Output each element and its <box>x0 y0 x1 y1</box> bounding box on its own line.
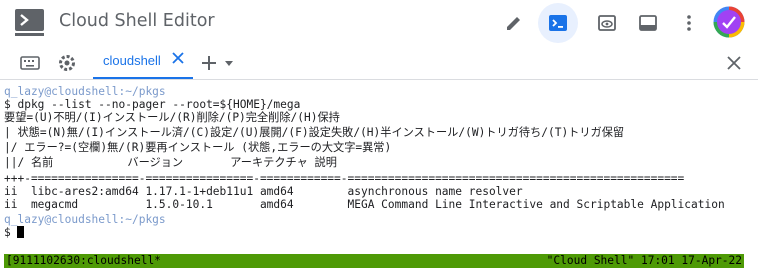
toggle-panel-button[interactable] <box>631 6 665 40</box>
terminal-button[interactable] <box>538 3 578 43</box>
avatar[interactable] <box>713 6 745 38</box>
terminal-tab-bar: cloudshell <box>0 46 758 80</box>
app-title: Cloud Shell Editor <box>59 11 215 31</box>
tab-cloudshell[interactable]: cloudshell <box>93 46 193 79</box>
caret-down-icon <box>225 61 233 66</box>
terminal-line: ii libc-ares2:amd64 1.17.1-1+deb11u1 amd… <box>4 185 523 198</box>
cloud-shell-logo-icon <box>15 9 44 36</box>
settings-button[interactable] <box>56 52 78 74</box>
terminal-line: |/ エラー?=(空欄)無/(R)要再インストール (状態,エラーの大文字=異常… <box>4 141 392 154</box>
top-bar: Cloud Shell Editor <box>0 0 758 46</box>
more-options-button[interactable] <box>672 6 706 40</box>
terminal-line: q_lazy@cloudshell:~/pkgs <box>4 213 166 226</box>
terminal-line: q_lazy@cloudshell:~/pkgs <box>4 85 166 98</box>
terminal-line: $ <box>4 226 25 239</box>
terminal-line: 要望=(U)不明/(I)インストール/(R)削除/(P)完全削除/(H)保持 <box>4 111 340 124</box>
terminal-line: ii megacmd 1.5.0-10.1 amd64 MEGA Command… <box>4 198 725 211</box>
close-icon <box>727 56 741 70</box>
gear-icon <box>59 55 75 71</box>
terminal-line: $ dpkg --list --no-pager --root=${HOME}/… <box>4 98 301 111</box>
terminal-cursor <box>17 226 25 238</box>
web-preview-button[interactable] <box>590 6 624 40</box>
tab-label: cloudshell <box>103 53 161 68</box>
tab-menu-button[interactable] <box>218 52 240 74</box>
tmux-status-bar: [9111102630:cloudshell* "Cloud Shell" 17… <box>4 254 744 268</box>
terminal-line: | 状態=(N)無/(I)インストール済/(C)設定/(U)展開/(F)設定失敗… <box>4 126 625 139</box>
close-terminal-button[interactable] <box>723 52 745 74</box>
panel-icon <box>639 15 657 31</box>
plus-icon <box>202 56 216 70</box>
add-tab-button[interactable] <box>198 52 220 74</box>
status-left: [9111102630:cloudshell* <box>6 254 161 267</box>
terminal-line: ||/ 名前 バージョン アーキテクチャ 説明 <box>4 156 337 169</box>
terminal-line: +++-================-================-==… <box>4 172 685 185</box>
keyboard-icon <box>20 56 40 70</box>
more-vert-icon <box>687 15 691 31</box>
edit-button[interactable] <box>497 6 531 40</box>
status-right: "Cloud Shell" 17:01 17-Apr-22 <box>546 254 742 267</box>
terminal[interactable]: q_lazy@cloudshell:~/pkgs $ dpkg --list -… <box>0 80 758 275</box>
keyboard-button[interactable] <box>19 52 41 74</box>
terminal-icon <box>549 15 567 31</box>
preview-icon <box>598 15 616 31</box>
pencil-icon <box>507 17 520 30</box>
close-tab-icon[interactable] <box>171 51 185 65</box>
